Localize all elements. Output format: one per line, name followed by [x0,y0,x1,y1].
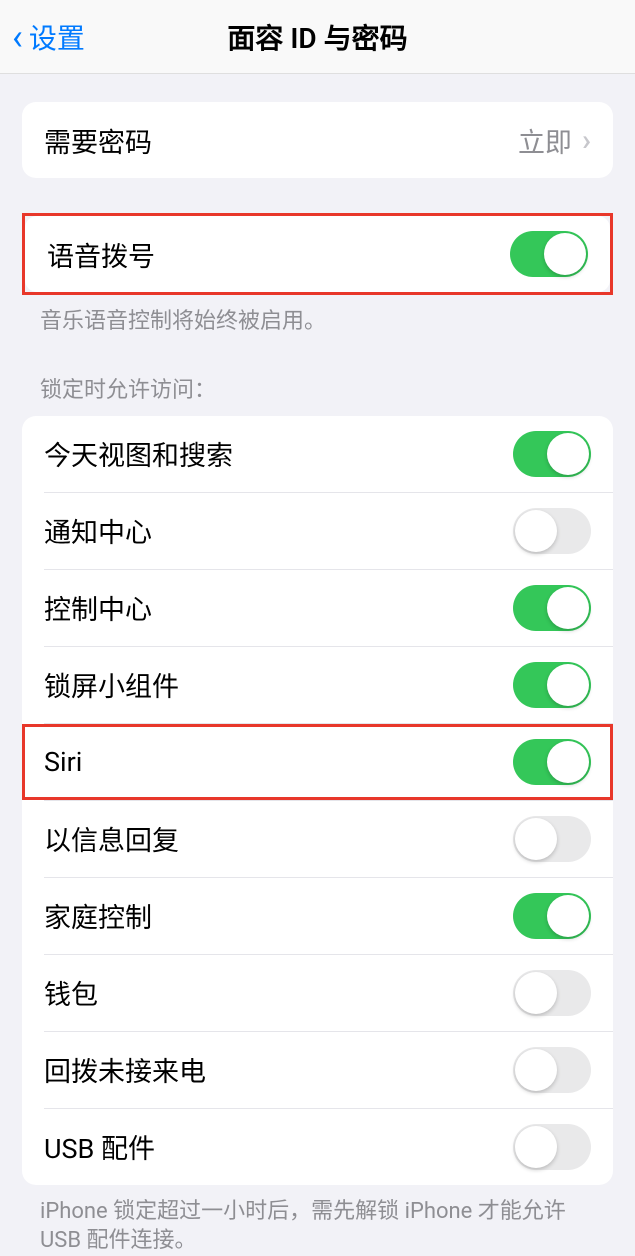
voice-dial-row: 语音拨号 [25,216,610,292]
lock-access-row: 回拨未接来电 [22,1032,613,1108]
lock-access-item-label: 回拨未接来电 [44,1050,206,1089]
lock-access-row: Siri [22,724,613,800]
back-button[interactable]: ‹ 设置 [0,17,85,57]
lock-access-row: 通知中心 [22,493,613,569]
lock-access-row: 锁屏小组件 [22,647,613,723]
lock-access-toggle[interactable] [513,970,591,1016]
lock-access-item-label: 通知中心 [44,511,152,550]
lock-access-list: 今天视图和搜索通知中心控制中心锁屏小组件 Siri 以信息回复家庭控制钱包回拨未接来… [22,416,613,1185]
lock-access-row: 以信息回复 [22,801,613,877]
lock-access-item-label: 以信息回复 [44,819,179,858]
highlight-annotation: 语音拨号 [22,213,613,295]
voice-dial-label: 语音拨号 [47,235,155,274]
require-passcode-value: 立即 [518,121,572,160]
lock-access-toggle[interactable] [513,585,591,631]
lock-access-item-label: 锁屏小组件 [44,665,179,704]
page-title: 面容 ID 与密码 [227,17,407,57]
back-label: 设置 [29,17,85,57]
lock-access-toggle[interactable] [513,1047,591,1093]
lock-access-toggle[interactable] [513,816,591,862]
lock-access-item-label: Siri [44,746,82,778]
lock-access-item-label: 今天视图和搜索 [44,434,233,473]
lock-access-row: USB 配件 [22,1109,613,1185]
navigation-header: ‹ 设置 面容 ID 与密码 [0,0,635,74]
require-passcode-row[interactable]: 需要密码 立即 › [22,102,613,178]
lock-access-row: 今天视图和搜索 [22,416,613,492]
lock-access-header: 锁定时允许访问： [0,372,635,416]
lock-access-toggle[interactable] [513,662,591,708]
lock-access-row: 钱包 [22,955,613,1031]
require-passcode-label: 需要密码 [44,121,152,160]
chevron-left-icon: ‹ [12,19,23,55]
voice-dial-toggle[interactable] [510,231,588,277]
lock-access-row: 控制中心 [22,570,613,646]
lock-access-item-label: 控制中心 [44,588,152,627]
lock-access-item-label: USB 配件 [44,1127,155,1166]
lock-access-row: 家庭控制 [22,878,613,954]
lock-access-toggle[interactable] [513,893,591,939]
lock-access-item-label: 钱包 [44,973,98,1012]
chevron-right-icon: › [582,123,591,158]
lock-access-footer: iPhone 锁定超过一小时后，需先解锁 iPhone 才能允许USB 配件连接… [0,1185,635,1256]
lock-access-toggle[interactable] [513,739,591,785]
voice-dial-footer: 音乐语音控制将始终被启用。 [0,295,635,337]
lock-access-toggle[interactable] [513,431,591,477]
lock-access-toggle[interactable] [513,1124,591,1170]
lock-access-toggle[interactable] [513,508,591,554]
lock-access-item-label: 家庭控制 [44,896,152,935]
